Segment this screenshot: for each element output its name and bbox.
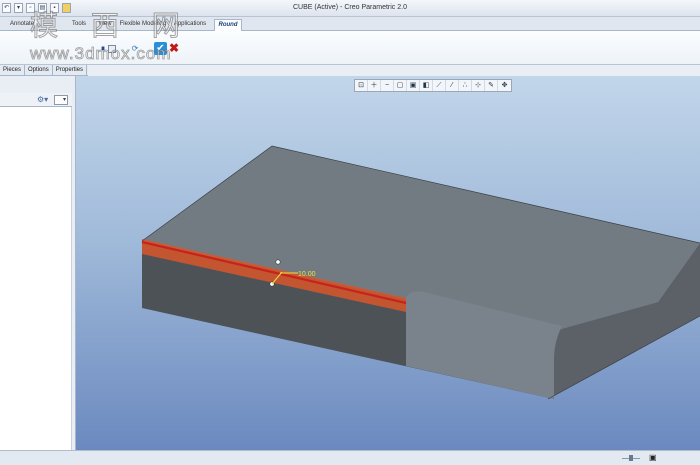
selection-filter-icon[interactable]: ▣ xyxy=(649,453,660,463)
repaint-icon[interactable]: ▢ xyxy=(394,80,407,91)
datum-axis-icon[interactable]: ⁄ xyxy=(446,80,459,91)
status-bar: ▣ xyxy=(0,450,700,465)
status-slider-knob[interactable] xyxy=(629,455,633,461)
display-style-icon[interactable]: ◧ xyxy=(420,80,433,91)
round-radius-dimension[interactable]: 10.00 xyxy=(298,271,316,278)
graphics-toolbar: ⊡ ＋ − ▢ ▣ ◧ ⟋ ⁄ ∴ ⊹ ✎ ✥ xyxy=(354,79,512,92)
tree-settings-icon[interactable]: ⚙▾ xyxy=(37,95,49,105)
model-tree-panel: ⚙▾ ▾ xyxy=(0,76,76,450)
zoom-out-icon[interactable]: − xyxy=(381,80,394,91)
refit-icon[interactable]: ⊡ xyxy=(355,80,368,91)
spin-center-icon[interactable]: ✥ xyxy=(498,80,511,91)
datum-point-icon[interactable]: ∴ xyxy=(459,80,472,91)
dashboard-tabs: Pieces Options Properties xyxy=(0,65,88,76)
zoom-in-icon[interactable]: ＋ xyxy=(368,80,381,91)
round-drag-handle-top[interactable] xyxy=(275,259,281,265)
model-tree[interactable] xyxy=(0,107,72,450)
watermark-chinese: 模 西 网 xyxy=(30,9,192,43)
graphics-window[interactable]: 10.00 ⊡ ＋ − ▢ ▣ ◧ ⟋ ⁄ ∴ ⊹ ✎ ✥ xyxy=(76,76,700,450)
datum-plane-icon[interactable]: ⟋ xyxy=(433,80,446,91)
cube-model[interactable]: 10.00 xyxy=(76,76,700,450)
model-tree-toolbar: ⚙▾ ▾ xyxy=(0,93,72,107)
tab-options[interactable]: Options xyxy=(25,65,53,75)
tab-properties[interactable]: Properties xyxy=(53,65,88,75)
saved-views-icon[interactable]: ▣ xyxy=(407,80,420,91)
annotation-icon[interactable]: ✎ xyxy=(485,80,498,91)
tab-pieces[interactable]: Pieces xyxy=(0,65,26,75)
watermark-url: www.3dmox.com xyxy=(30,44,172,64)
csys-icon[interactable]: ⊹ xyxy=(472,80,485,91)
tree-show-icon[interactable]: ▾ xyxy=(54,95,68,105)
tab-round[interactable]: Round xyxy=(214,19,242,31)
